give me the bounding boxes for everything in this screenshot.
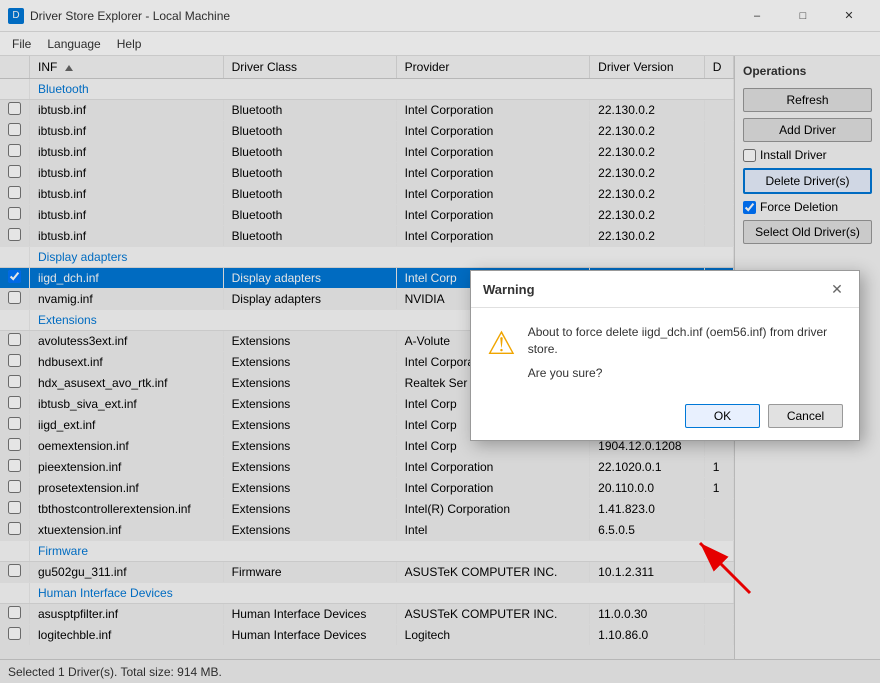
warning-dialog: Warning ✕ ⚠ About to force delete iigd_d… <box>470 270 860 441</box>
warning-icon: ⚠ <box>487 324 516 380</box>
dialog-message: About to force delete iigd_dch.inf (oem5… <box>528 324 843 358</box>
dialog-body: ⚠ About to force delete iigd_dch.inf (oe… <box>471 308 859 396</box>
dialog-overlay: Warning ✕ ⚠ About to force delete iigd_d… <box>0 0 880 683</box>
dialog-content: About to force delete iigd_dch.inf (oem5… <box>528 324 843 380</box>
dialog-close-button[interactable]: ✕ <box>827 279 847 299</box>
dialog-title-bar: Warning ✕ <box>471 271 859 308</box>
dialog-cancel-button[interactable]: Cancel <box>768 404 843 428</box>
dialog-question: Are you sure? <box>528 366 843 380</box>
dialog-ok-button[interactable]: OK <box>685 404 760 428</box>
dialog-footer: OK Cancel <box>471 396 859 440</box>
dialog-title: Warning <box>483 282 535 297</box>
